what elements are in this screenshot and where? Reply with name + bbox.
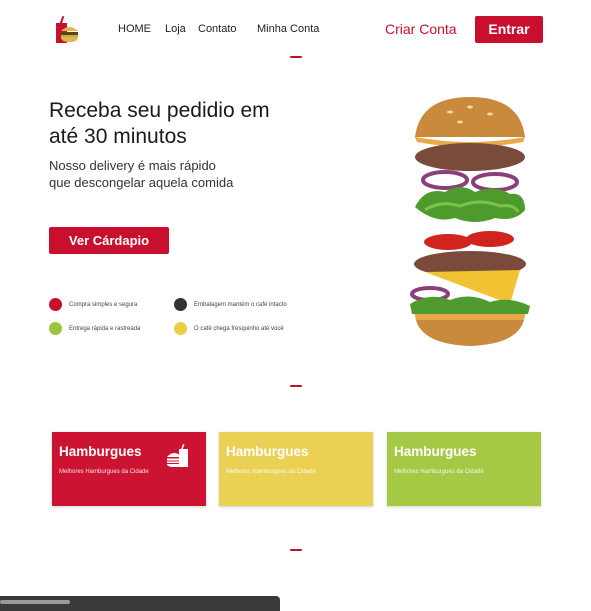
burger-logo-icon[interactable] xyxy=(52,14,80,46)
feature-embalagem: Embalagem mantém o café intacto xyxy=(174,298,287,311)
card-title: Hamburgues xyxy=(59,444,142,459)
burger-drink-icon xyxy=(166,442,190,470)
feature-label: Compra simples e segura xyxy=(69,301,138,308)
card-description: Melhores Hamburgues da Cidade xyxy=(59,469,149,475)
card-hamburgues-yellow[interactable]: Hamburgues Melhores Hamburgues da Cidade xyxy=(219,432,373,506)
card-description: Melhores Hamburgues da Cidade xyxy=(394,469,484,475)
feature-label: Entrega rápida e rastreada xyxy=(69,325,141,332)
nav-home[interactable]: HOME xyxy=(118,23,151,35)
feature-label: O café chega fresquinho até você xyxy=(194,325,284,332)
feature-compra-segura: Compra simples e segura xyxy=(49,298,137,311)
burger-image xyxy=(400,92,540,352)
criar-conta-link[interactable]: Criar Conta xyxy=(385,21,457,37)
card-title: Hamburgues xyxy=(394,444,477,459)
delivery-icon xyxy=(49,322,62,335)
package-icon xyxy=(174,298,187,311)
section-divider xyxy=(290,385,302,387)
nav-contato[interactable]: Contato xyxy=(198,23,237,35)
coffee-icon xyxy=(174,322,187,335)
entrar-button[interactable]: Entrar xyxy=(475,16,543,43)
section-divider xyxy=(290,56,302,58)
feature-label: Embalagem mantém o café intacto xyxy=(194,301,287,308)
card-hamburgues-green[interactable]: Hamburgues Melhores Hamburgues da Cidade xyxy=(387,432,541,506)
section-divider xyxy=(290,549,302,551)
card-hamburgues-red[interactable]: Hamburgues Melhores Hamburgues da Cidade xyxy=(52,432,206,506)
hero-title: Receba seu pedidio em até 30 minutos xyxy=(49,99,270,148)
card-description: Melhores Hamburgues da Cidade xyxy=(226,469,316,475)
horizontal-scrollbar[interactable] xyxy=(0,600,70,604)
feature-entrega-rapida: Entrega rápida e rastreada xyxy=(49,322,140,335)
ver-cardapio-button[interactable]: Ver Cárdapio xyxy=(49,227,169,254)
nav-loja[interactable]: Loja xyxy=(165,23,186,35)
nav-minha-conta[interactable]: Minha Conta xyxy=(257,23,319,35)
card-title: Hamburgues xyxy=(226,444,309,459)
feature-cafe-fresquinho: O café chega fresquinho até você xyxy=(174,322,284,335)
cart-icon xyxy=(49,298,62,311)
hero-subtitle: Nosso delivery é mais rápido que descong… xyxy=(49,158,234,190)
